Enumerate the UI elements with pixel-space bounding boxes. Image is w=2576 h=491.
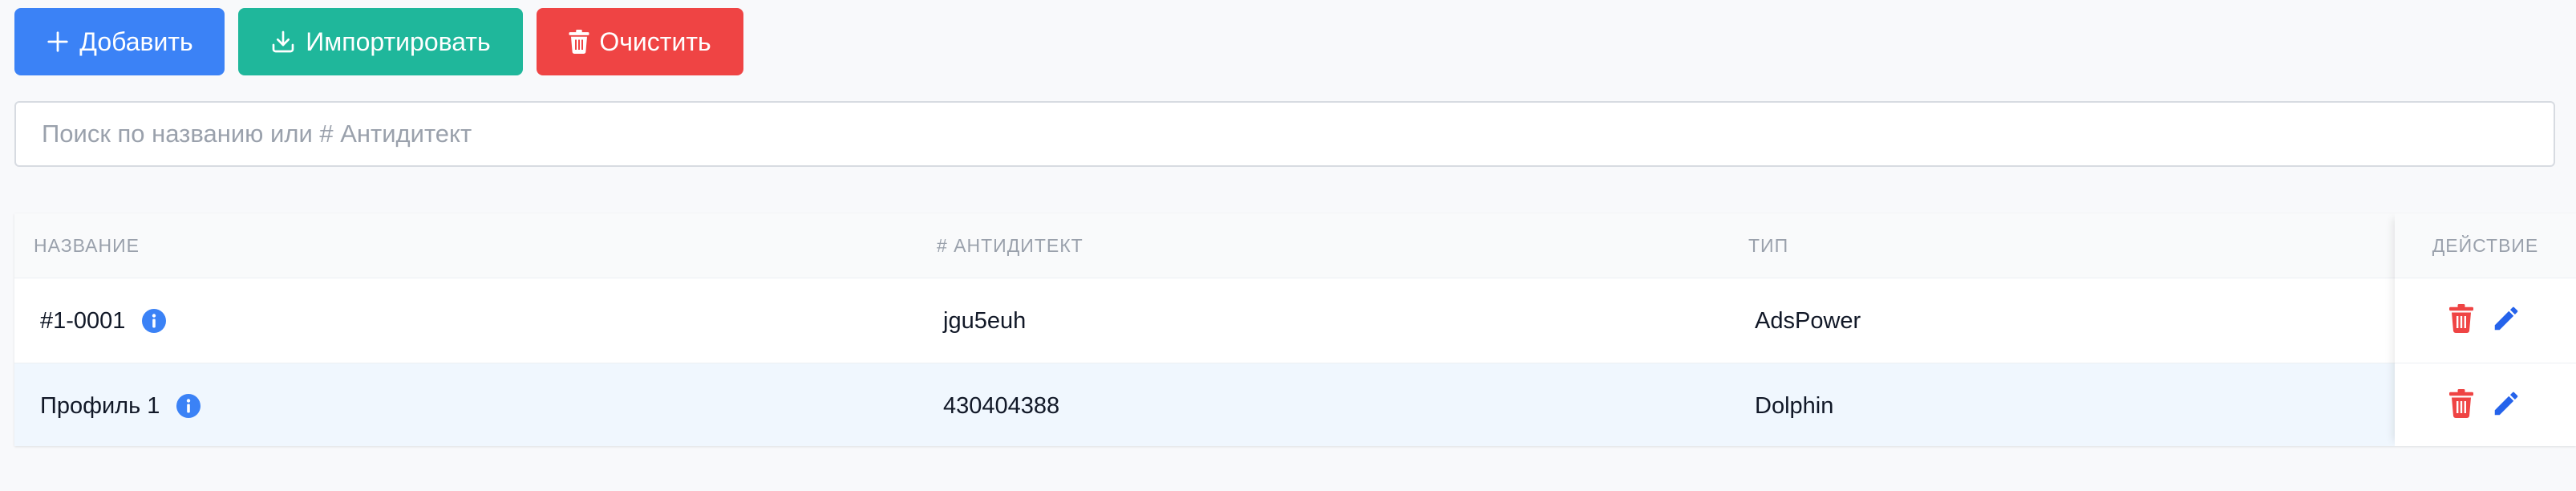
cell-name: Профиль 1	[40, 363, 201, 446]
delete-icon[interactable]	[2449, 389, 2473, 422]
import-button-label: Импортировать	[306, 26, 491, 56]
cell-type: AdsPower	[1755, 307, 1861, 334]
download-icon	[270, 29, 296, 55]
column-header-name[interactable]: НАЗВАНИЕ	[34, 213, 140, 278]
cell-name: #1-0001	[40, 278, 167, 363]
profiles-table: НАЗВАНИЕ # АНТИДИТЕКТ ТИП #1-0001 jgu5eu…	[14, 213, 2576, 446]
cell-antidetect: jgu5euh	[943, 307, 1027, 334]
add-button[interactable]: Добавить	[14, 8, 225, 75]
table-row[interactable]: #1-0001 jgu5euh AdsPower	[14, 278, 2576, 363]
clear-button[interactable]: Очистить	[537, 8, 743, 75]
clear-button-label: Очистить	[599, 26, 711, 56]
info-icon[interactable]	[141, 308, 167, 334]
row-actions	[2395, 278, 2576, 363]
cell-antidetect: 430404388	[943, 392, 1060, 419]
actions-column: ДЕЙСТВИЕ	[2395, 213, 2576, 446]
import-button[interactable]: Импортировать	[238, 8, 523, 75]
search-input[interactable]	[14, 101, 2555, 167]
info-icon[interactable]	[176, 393, 201, 419]
column-header-action: ДЕЙСТВИЕ	[2395, 213, 2576, 278]
cell-type: Dolphin	[1755, 392, 1834, 419]
search-bar	[14, 101, 2555, 167]
row-actions	[2395, 363, 2576, 446]
delete-icon[interactable]	[2449, 304, 2473, 337]
edit-icon[interactable]	[2491, 303, 2521, 338]
table-row[interactable]: Профиль 1 430404388 Dolphin	[14, 363, 2576, 446]
column-header-type[interactable]: ТИП	[1748, 213, 1788, 278]
add-button-label: Добавить	[79, 26, 193, 56]
trash-icon	[569, 30, 589, 54]
column-header-antidetect[interactable]: # АНТИДИТЕКТ	[937, 213, 1083, 278]
plus-icon	[46, 30, 70, 54]
profile-name: #1-0001	[40, 307, 126, 334]
edit-icon[interactable]	[2491, 388, 2521, 423]
profile-name: Профиль 1	[40, 392, 160, 419]
toolbar: Добавить Импортировать Очистить	[14, 8, 743, 75]
table-header: НАЗВАНИЕ # АНТИДИТЕКТ ТИП	[14, 213, 2576, 278]
